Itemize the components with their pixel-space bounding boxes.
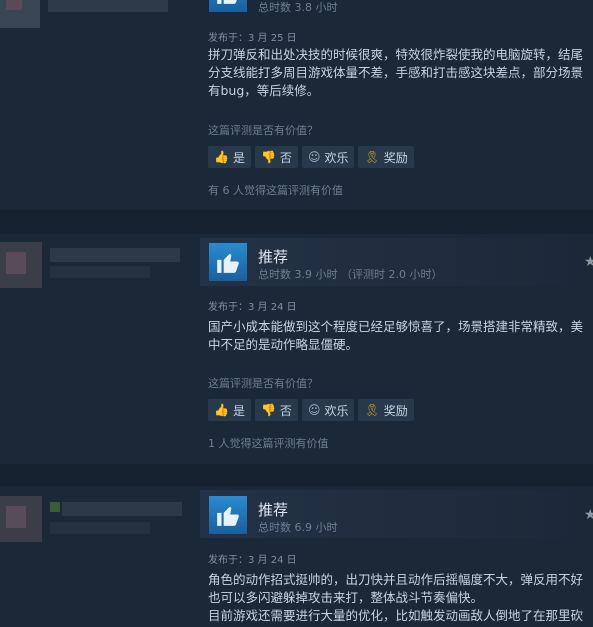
review-body-line: 有bug，等后续修。 xyxy=(208,83,320,98)
review-body-line: 拼刀弹反和出处决技的时候很爽，特效很炸裂使我的电脑旋转，结尾 xyxy=(208,47,584,62)
avatar-blur xyxy=(6,252,26,274)
review-hours: 总时数 3.8 小时 xyxy=(258,1,338,14)
award-label: 奖励 xyxy=(383,403,408,418)
award-ribbon-icon: 🎗 xyxy=(364,150,380,164)
review-author-1[interactable] xyxy=(0,0,190,70)
review-body-line: 目前游戏还需要进行大量的优化，比如触发动画敌人倒地了在那里砍 xyxy=(208,608,584,623)
vote-funny-label: 欢乐 xyxy=(324,150,349,165)
username-blur xyxy=(62,502,182,516)
review-card-2: 推荐 总时数 3.9 小时 （评测时 2.0 小时） ★ 发布于：3 月 24 … xyxy=(0,236,593,462)
star-icon[interactable]: ★ xyxy=(584,254,593,270)
review-posted-date: 发布于：3 月 24 日 xyxy=(208,555,297,566)
vote-funny-button[interactable]: ☺ 欢乐 xyxy=(301,146,355,168)
star-icon[interactable]: ★ xyxy=(584,507,593,523)
username-blur xyxy=(50,248,180,262)
vote-no-label: 否 xyxy=(279,150,292,165)
review-card-1: 总时数 3.8 小时 发布于：3 月 25 日 拼刀弹反和出处决技的时候很爽，特… xyxy=(0,0,593,210)
award-label: 奖励 xyxy=(383,150,408,165)
smiley-icon: ☺ xyxy=(307,150,321,164)
award-button[interactable]: 🎗 奖励 xyxy=(358,399,414,421)
award-ribbon-icon: 🎗 xyxy=(364,403,380,417)
review-divider xyxy=(0,464,593,486)
vote-no-button[interactable]: 👎 否 xyxy=(254,399,298,421)
review-verdict[interactable]: 推荐 xyxy=(258,246,288,267)
review-card-3: 推荐 总时数 6.9 小时 ★ 发布于：3 月 24 日 角色的动作招式挺帅的，… xyxy=(0,488,593,627)
username-blur xyxy=(50,522,150,534)
vote-yes-label: 是 xyxy=(232,403,245,418)
review-body-line: 国产小成本能做到这个程度已经足够惊喜了，场景搭建非常精致，美 xyxy=(208,319,584,334)
review-posted-date: 发布于：3 月 24 日 xyxy=(208,302,297,313)
review-body-line: 中不足的是动作略显僵硬。 xyxy=(208,337,359,352)
review-author-2[interactable] xyxy=(0,242,190,312)
thumbs-up-icon xyxy=(209,243,247,281)
vote-funny-button[interactable]: ☺ 欢乐 xyxy=(301,399,355,421)
vote-yes-button[interactable]: 👍 是 xyxy=(208,146,251,168)
helpful-count: 1 人觉得这篇评测有价值 xyxy=(208,437,329,450)
review-divider xyxy=(0,210,593,234)
review-author-3[interactable] xyxy=(0,496,190,566)
vote-funny-label: 欢乐 xyxy=(324,403,349,418)
review-body-line: 角色的动作招式挺帅的，出刀快并且动作后摇幅度不大，弹反用不好 xyxy=(208,572,584,587)
review-posted-date: 发布于：3 月 25 日 xyxy=(208,33,297,44)
helpful-question: 这篇评测是否有价值？ xyxy=(208,377,318,390)
vote-yes-button[interactable]: 👍 是 xyxy=(208,399,251,421)
thumbs-up-icon: 👍 xyxy=(214,150,229,164)
review-body-line: 分支线能打多周目游戏体量不差，手感和打击感这块差点，部分场景 xyxy=(208,65,584,80)
vote-buttons: 👍 是 👎 否 ☺ 欢乐 🎗 奖励 xyxy=(208,146,414,168)
review-verdict[interactable]: 推荐 xyxy=(258,499,288,520)
vote-yes-label: 是 xyxy=(232,150,245,165)
vote-no-label: 否 xyxy=(279,403,292,418)
username-blur xyxy=(50,266,150,278)
avatar-blur xyxy=(6,506,26,528)
thumbs-down-icon: 👎 xyxy=(260,150,276,164)
vote-buttons: 👍 是 👎 否 ☺ 欢乐 🎗 奖励 xyxy=(208,399,414,421)
review-hours: 总时数 6.9 小时 xyxy=(258,521,338,534)
vote-no-button[interactable]: 👎 否 xyxy=(254,146,298,168)
helpful-count: 有 6 人觉得这篇评测有价值 xyxy=(208,184,343,197)
username-blur xyxy=(50,502,60,512)
username-blur xyxy=(48,0,168,12)
thumbs-up-icon xyxy=(209,496,247,534)
thumbs-down-icon: 👎 xyxy=(260,403,276,417)
award-button[interactable]: 🎗 奖励 xyxy=(358,146,414,168)
review-hours: 总时数 3.9 小时 （评测时 2.0 小时） xyxy=(258,268,443,281)
helpful-question: 这篇评测是否有价值？ xyxy=(208,124,318,137)
review-body-line: 也可以多闪避躲掉攻击来打，整体战斗节奏偏快。 xyxy=(208,590,484,605)
thumbs-up-icon: 👍 xyxy=(214,403,229,417)
thumbs-up-icon xyxy=(209,0,247,12)
avatar-blur xyxy=(6,0,22,10)
smiley-icon: ☺ xyxy=(307,403,321,417)
